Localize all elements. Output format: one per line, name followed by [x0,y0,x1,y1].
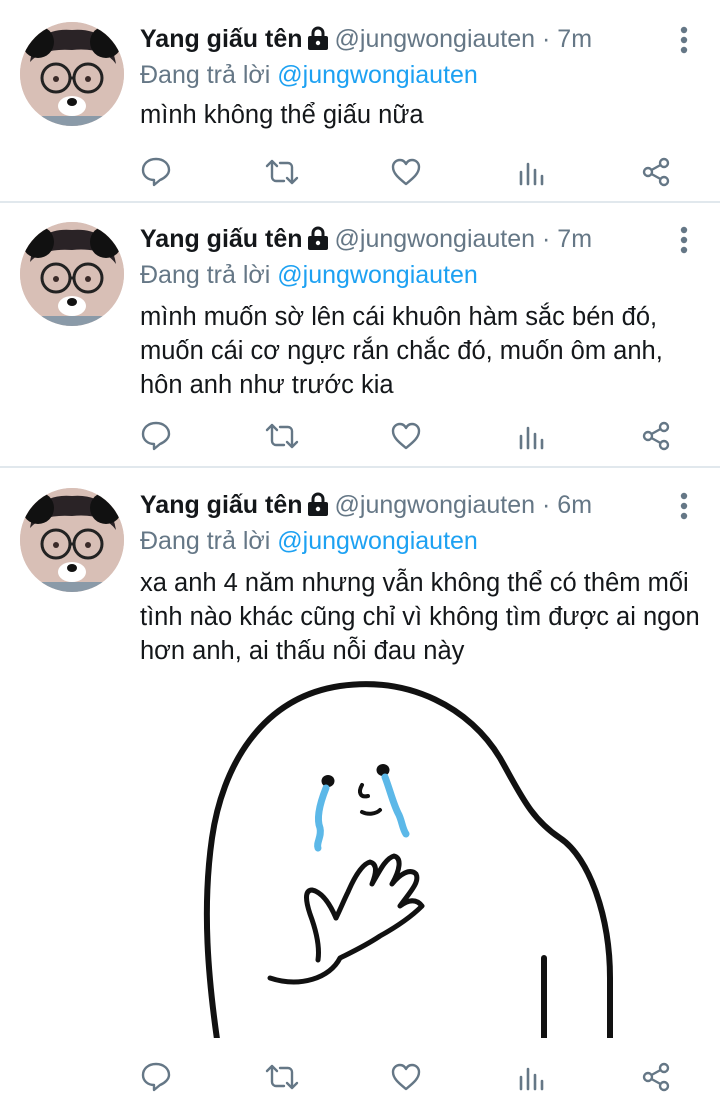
retweet-icon[interactable] [262,416,302,456]
tweet-header: Yang giấu tên @jungwongiauten · 6m [140,488,592,522]
retweet-icon[interactable] [262,152,302,192]
lock-icon [307,491,329,525]
retweet-icon[interactable] [262,1057,302,1097]
author-handle[interactable]: @jungwongiauten [335,491,536,519]
author-name[interactable]: Yang giấu tên [140,491,303,519]
reply-icon[interactable] [136,1057,176,1097]
like-icon[interactable] [386,152,426,192]
analytics-icon[interactable] [512,416,552,456]
analytics-icon[interactable] [512,1057,552,1097]
tweet-time[interactable]: 6m [557,491,592,519]
tweet-text: mình không thể giấu nữa [140,101,424,129]
reply-mention[interactable]: @jungwongiauten [277,61,478,89]
divider [0,201,720,203]
reply-icon[interactable] [136,416,176,456]
tweet-time[interactable]: 7m [557,25,592,53]
share-icon[interactable] [636,152,676,192]
more-vertical-icon[interactable] [678,26,690,56]
reply-context: Đang trả lời @jungwongiauten [140,258,478,292]
tweet-header: Yang giấu tên @jungwongiauten · 7m [140,222,592,256]
avatar[interactable] [20,488,124,592]
separator-dot: · [542,25,551,53]
lock-icon [307,25,329,59]
avatar[interactable] [20,222,124,326]
tweet-text: mình muốn sờ lên cái khuôn hàm sắc bén đ… [140,303,663,399]
more-vertical-icon[interactable] [678,492,690,522]
tweet-actions [0,416,720,456]
tweet-actions [0,152,720,192]
separator-dot: · [542,491,551,519]
crying-blob-sticker [203,681,613,1038]
tweet-text: xa anh 4 năm nhưng vẫn không thể có thêm… [140,569,700,665]
analytics-icon[interactable] [512,152,552,192]
tweet-media-image[interactable] [140,678,720,1038]
tweet-3[interactable]: Yang giấu tên @jungwongiauten · 6m Đang t… [0,488,720,1107]
tweet-time[interactable]: 7m [557,225,592,253]
avatar[interactable] [20,22,124,126]
author-name[interactable]: Yang giấu tên [140,25,303,53]
reply-icon[interactable] [136,152,176,192]
reply-prefix: Đang trả lời [140,261,271,289]
like-icon[interactable] [386,1057,426,1097]
more-vertical-icon[interactable] [678,226,690,256]
tweet-1[interactable]: Yang giấu tên @jungwongiauten · 7m Đang t… [0,22,720,202]
lock-icon [307,225,329,259]
share-icon[interactable] [636,416,676,456]
tweet-2[interactable]: Yang giấu tên @jungwongiauten · 7m Đang t… [0,222,720,467]
reply-context: Đang trả lời @jungwongiauten [140,524,478,558]
reply-mention[interactable]: @jungwongiauten [277,527,478,555]
divider [0,466,720,468]
reply-prefix: Đang trả lời [140,61,271,89]
reply-context: Đang trả lời @jungwongiauten [140,58,478,92]
tweet-header: Yang giấu tên @jungwongiauten · 7m [140,22,592,56]
author-handle[interactable]: @jungwongiauten [335,225,536,253]
author-handle[interactable]: @jungwongiauten [335,25,536,53]
like-icon[interactable] [386,416,426,456]
separator-dot: · [542,225,551,253]
tweet-actions [0,1057,720,1097]
reply-mention[interactable]: @jungwongiauten [277,261,478,289]
share-icon[interactable] [636,1057,676,1097]
author-name[interactable]: Yang giấu tên [140,225,303,253]
reply-prefix: Đang trả lời [140,527,271,555]
